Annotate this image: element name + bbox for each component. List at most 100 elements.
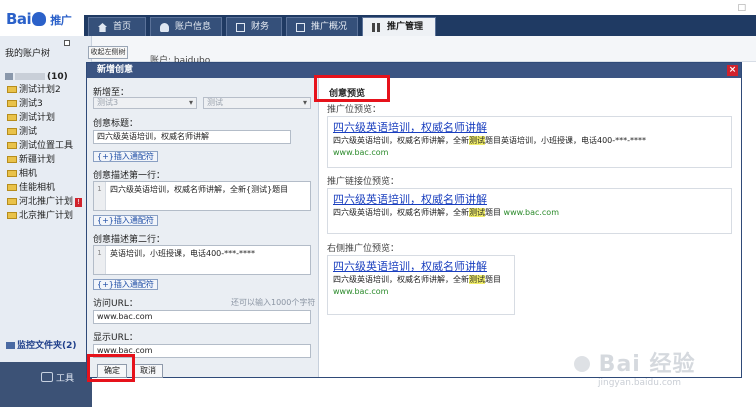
plan-label: 测试计划2: [19, 85, 61, 95]
tab-management[interactable]: 推广管理: [362, 17, 436, 36]
tab-finance[interactable]: 财务: [226, 17, 282, 36]
link-preview-box: 四六级英语培训，权威名师讲解 四六级英语培训，权威名师讲解，全新测试题目 www…: [327, 188, 732, 234]
toolbox-icon: [41, 372, 53, 382]
tab-label: 推广管理: [387, 22, 424, 32]
plan-label: 测试: [19, 127, 38, 137]
title-label: 创意标题：: [93, 119, 139, 129]
sidebar-plan-item[interactable]: 测试计划: [7, 112, 55, 125]
warning-flag-icon: !: [75, 198, 82, 207]
plan-label: 相机: [19, 169, 38, 179]
logo-text: Bai: [6, 10, 32, 28]
display-url-input[interactable]: www.bac.com: [93, 344, 311, 358]
folder-icon: [7, 170, 17, 177]
preview-header: 创意预览: [329, 89, 366, 99]
sidebar-plan-item[interactable]: 北京推广计划: [7, 210, 73, 223]
baidu-logo[interactable]: Bai 推广: [6, 10, 72, 28]
plan-label: 测试3: [19, 99, 43, 109]
creative-preview: 创意预览 推广位预览： 四六级英语培训，权威名师讲解 四六级英语培训，权威名师讲…: [319, 78, 741, 377]
watermark-brand-text: Bai 经验: [598, 352, 696, 377]
desc-text: 题目英语培训，小班授课，电话400-***-****: [485, 136, 647, 145]
tab-overview[interactable]: 推广概况: [286, 17, 358, 36]
money-icon: [236, 23, 245, 32]
line-number-gutter: 1: [94, 246, 106, 274]
sidebar-plan-item[interactable]: 测试位置工具: [7, 140, 73, 153]
sidebar-plan-item[interactable]: 新疆计划: [7, 154, 55, 167]
folder-icon: [7, 156, 17, 163]
tab-account-info[interactable]: 账户信息: [150, 17, 222, 36]
toolbox-bar[interactable]: 工具: [0, 362, 92, 407]
desc2-textarea[interactable]: 1 英语培训，小班授课，电话400-***-****: [93, 245, 311, 275]
account-icon: [5, 73, 13, 80]
sidebar-plan-item[interactable]: 相机: [7, 168, 37, 181]
tab-label: 财务: [251, 22, 270, 32]
tab-label: 首页: [113, 22, 132, 32]
ad-title-link[interactable]: 四六级英语培训，权威名师讲解: [333, 260, 509, 274]
resize-handle[interactable]: [64, 40, 70, 46]
user-icon: [160, 23, 169, 32]
account-count: (10): [47, 72, 68, 82]
folder-icon: [7, 100, 17, 107]
logo-cn-text: 推广: [50, 14, 72, 27]
left-preview-label: 推广位预览：: [327, 105, 382, 115]
watermark-brand: Bai 经验: [574, 346, 734, 378]
grid-icon: [372, 23, 381, 32]
close-icon[interactable]: ×: [727, 65, 738, 76]
plan-label: 测试位置工具: [19, 141, 74, 151]
desc-text: 题目: [485, 275, 501, 284]
sidebar-plan-item[interactable]: 测试: [7, 126, 37, 139]
insert-wildcard-button[interactable]: {+}插入通配符: [93, 151, 158, 162]
toolbox-label: 工具: [56, 374, 75, 384]
ad-description: 四六级英语培训，权威名师讲解，全新测试题目英语培训，小班授课，电话400-***…: [333, 135, 726, 147]
unit-select[interactable]: 测试: [203, 97, 311, 109]
tab-label: 账户信息: [175, 22, 212, 32]
visit-url-label: 访问URL：: [93, 299, 138, 309]
plan-label: 河北推广计划: [19, 197, 74, 207]
ad-title-link[interactable]: 四六级英语培训，权威名师讲解: [333, 121, 726, 135]
creative-form: 新增至： 测试3 测试 创意标题： 四六级英语培训，权威名师讲解 {+}插入通配…: [87, 78, 319, 378]
account-name-blurred: [15, 73, 45, 80]
sidebar-plan-item[interactable]: 河北推广计划!: [7, 196, 82, 209]
window-control[interactable]: □: [737, 3, 746, 13]
ad-description: 四六级英语培训，权威名师讲解，全新测试题目: [333, 274, 509, 286]
ad-title-link[interactable]: 四六级英语培训，权威名师讲解: [333, 193, 726, 207]
cancel-button[interactable]: 取消: [133, 364, 163, 378]
ad-description: 四六级英语培训，权威名师讲解，全新测试题目 www.bac.com: [333, 207, 726, 219]
desc1-textarea[interactable]: 1 四六级英语培训，权威名师讲解，全新{测试}题目: [93, 181, 311, 211]
keyword-highlight: 测试: [469, 275, 485, 284]
plan-label: 佳能相机: [19, 183, 56, 193]
dialog-title: 新增创意: [97, 65, 134, 75]
tab-home[interactable]: 首页: [88, 17, 146, 36]
right-preview-label: 右侧推广位预览：: [327, 244, 400, 254]
insert-wildcard-button[interactable]: {+}插入通配符: [93, 279, 158, 290]
folder-icon: [7, 198, 17, 205]
desc-text: 四六级英语培训，权威名师讲解，全新: [333, 208, 469, 217]
confirm-button[interactable]: 确定: [97, 364, 127, 378]
tab-label: 推广概况: [311, 22, 348, 32]
title-input[interactable]: 四六级英语培训，权威名师讲解: [93, 130, 291, 144]
monitor-folder[interactable]: 监控文件夹(2): [6, 338, 77, 351]
ad-url: www.bac.com: [333, 287, 389, 296]
monitor-folder-icon: [6, 342, 15, 349]
desc-text: 四六级英语培训，权威名师讲解，全新: [333, 275, 469, 284]
plan-label: 新疆计划: [19, 155, 56, 165]
collapse-tree-button[interactable]: 收起左侧树: [88, 46, 128, 59]
visit-url-input[interactable]: www.bac.com: [93, 310, 311, 324]
line-number-gutter: 1: [94, 182, 106, 210]
folder-icon: [7, 212, 17, 219]
folder-icon: [7, 86, 17, 93]
sidebar-plan-item[interactable]: 佳能相机: [7, 182, 55, 195]
nav-tabs: 首页 账户信息 财务 推广概况 推广管理: [84, 15, 756, 36]
watermark-url: jingyan.baidu.com: [598, 378, 682, 388]
ad-url: www.bac.com: [503, 208, 559, 217]
folder-icon: [7, 114, 17, 121]
desc2-text: 英语培训，小班授课，电话400-***-****: [110, 249, 256, 258]
account-tree-sidebar: 我的账户树 (10) 测试计划2 测试3 测试计划 测试 测试位置工具 新疆计划…: [0, 36, 92, 407]
desc1-label: 创意描述第一行：: [93, 171, 166, 181]
plan-select[interactable]: 测试3: [93, 97, 197, 109]
sidebar-plan-item[interactable]: 测试计划2: [7, 84, 61, 97]
desc2-label: 创意描述第二行：: [93, 235, 166, 245]
sidebar-plan-item[interactable]: 测试3: [7, 98, 43, 111]
ad-url: www.bac.com: [333, 148, 389, 157]
account-node[interactable]: (10): [5, 72, 68, 82]
insert-wildcard-button[interactable]: {+}插入通配符: [93, 215, 158, 226]
